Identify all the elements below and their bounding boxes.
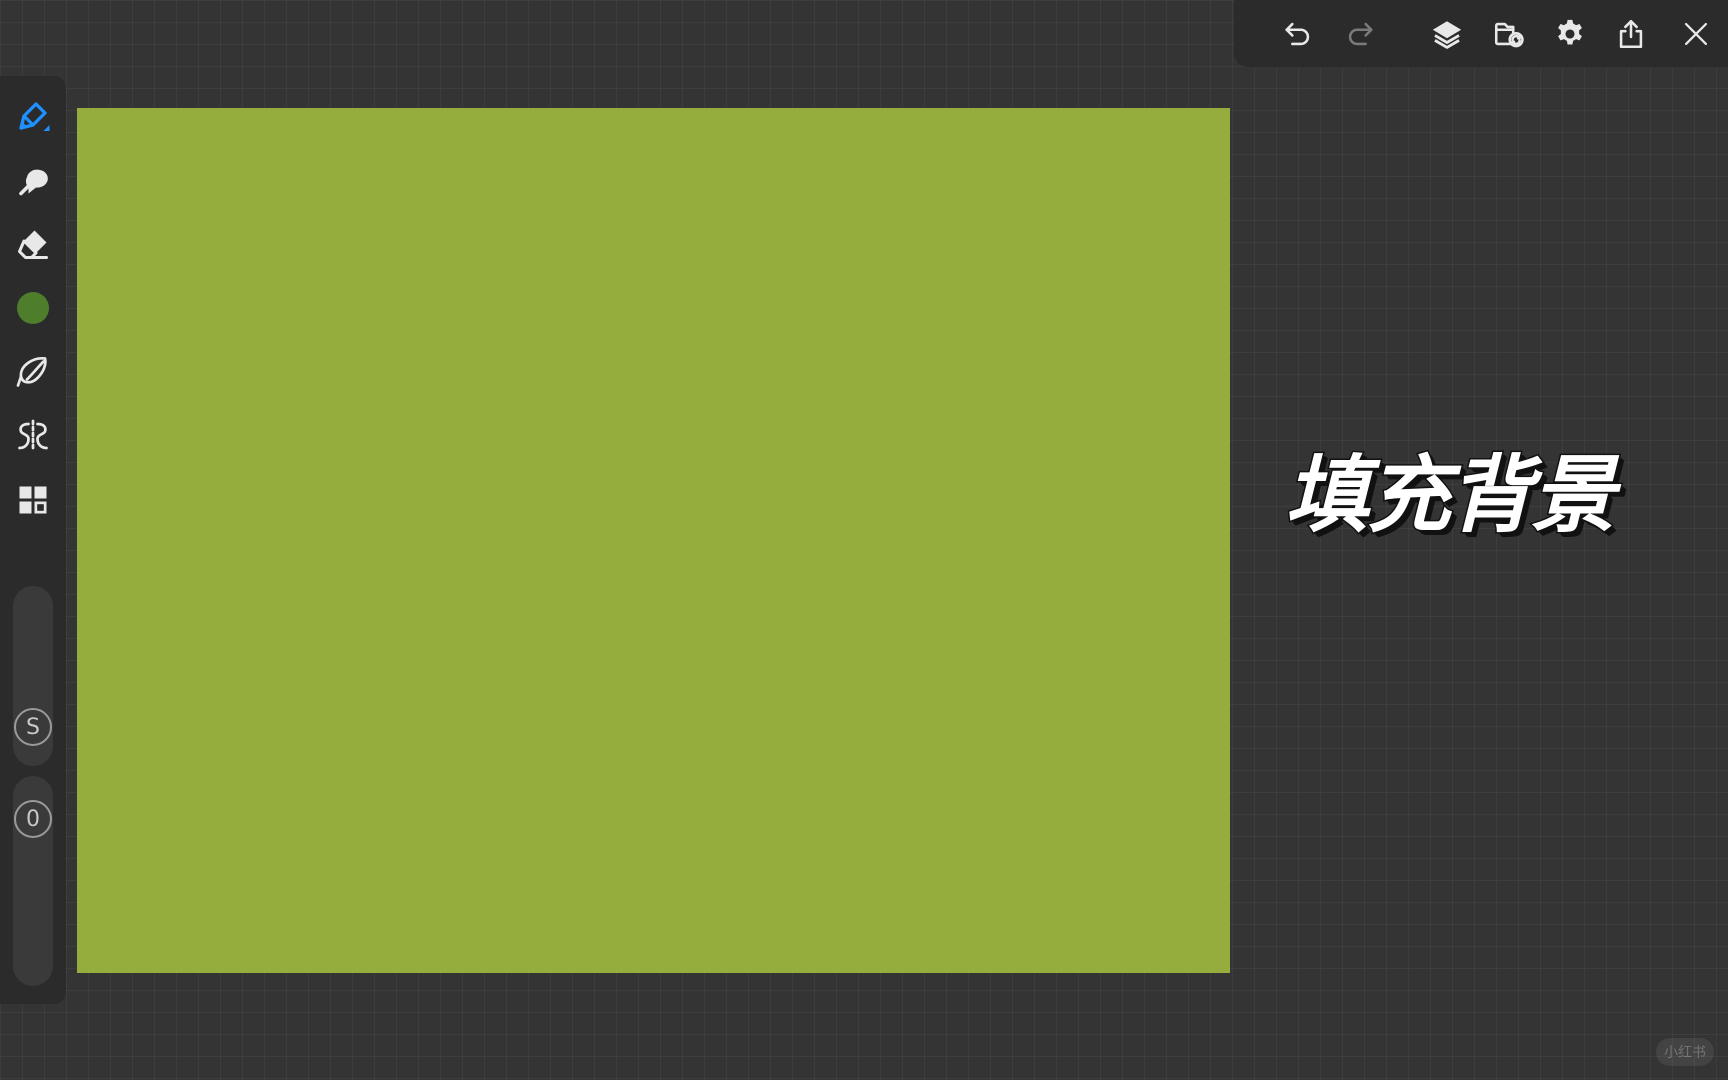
left-toolbar: S 0 [0, 76, 66, 1004]
gear-icon [1558, 19, 1582, 45]
pen-tool-button[interactable] [11, 94, 55, 138]
color-swatch-icon [17, 292, 49, 324]
eraser-icon [18, 230, 48, 259]
lasso-tool-button[interactable] [11, 350, 55, 394]
brush-size-handle[interactable]: S [14, 708, 52, 746]
lasso-icon [16, 357, 47, 387]
undo-icon [1285, 22, 1310, 46]
grid-layout-icon [19, 486, 47, 514]
drawing-canvas[interactable] [77, 108, 1230, 973]
layout-tool-button[interactable] [11, 478, 55, 522]
caption-text: 填充背景 [1283, 445, 1616, 546]
top-toolbar [1234, 0, 1728, 67]
share-icon [1619, 19, 1643, 49]
settings-button[interactable] [1548, 12, 1592, 56]
eraser-tool-button[interactable] [11, 222, 55, 266]
undo-button[interactable] [1276, 12, 1320, 56]
symmetry-icon [18, 419, 48, 453]
folder-sync-icon [1494, 22, 1524, 48]
smudge-tool-button[interactable] [11, 158, 55, 202]
layers-button[interactable] [1425, 12, 1469, 56]
close-icon [1684, 22, 1708, 46]
close-button[interactable] [1674, 12, 1718, 56]
brush-opacity-slider[interactable]: 0 [13, 776, 53, 986]
export-button[interactable] [1609, 12, 1653, 56]
color-picker-button[interactable] [11, 286, 55, 330]
redo-icon [1348, 22, 1373, 46]
symmetry-tool-button[interactable] [11, 414, 55, 458]
brush-opacity-handle[interactable]: 0 [14, 800, 52, 838]
gallery-import-button[interactable] [1487, 12, 1531, 56]
brush-size-slider[interactable]: S [13, 586, 53, 766]
pen-icon [19, 102, 50, 131]
watermark: 小红书 [1656, 1038, 1714, 1066]
layers-icon [1432, 21, 1462, 49]
redo-button[interactable] [1338, 12, 1382, 56]
smudge-icon [19, 169, 48, 196]
